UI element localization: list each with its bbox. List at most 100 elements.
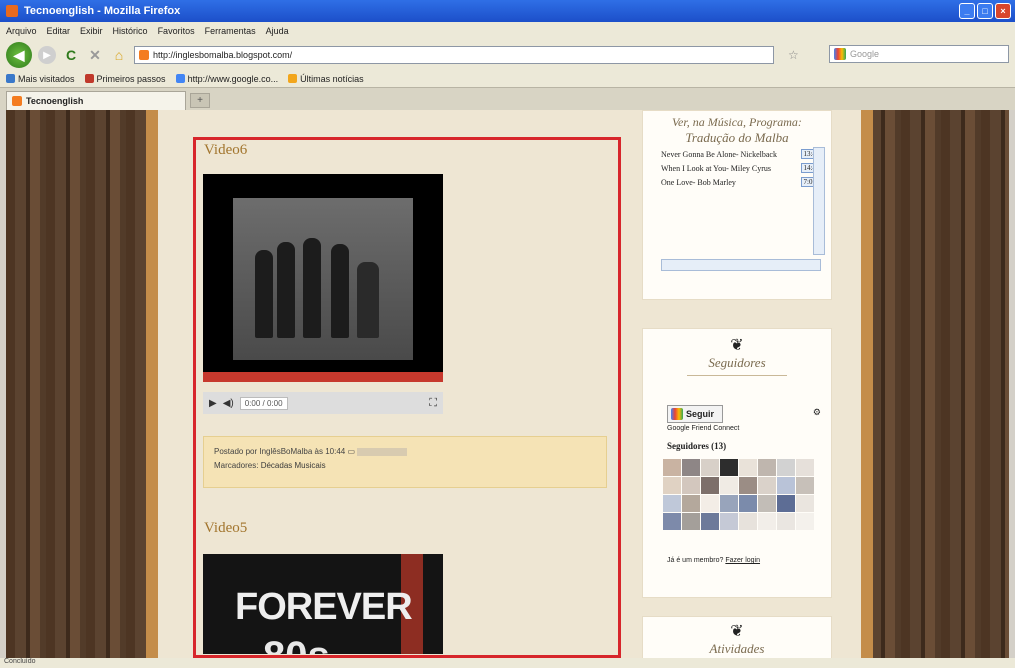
playlist-item[interactable]: Never Gonna Be Alone- Nickelback 13:4 [661, 147, 819, 161]
bookmark-label: Primeiros passos [96, 73, 166, 84]
playlist-item[interactable]: When I Look at You- Miley Cyrus 14:4 [661, 161, 819, 175]
post-time-link[interactable]: 10:44 [325, 447, 345, 456]
menu-favoritos[interactable]: Favoritos [158, 26, 195, 36]
rss-icon [288, 74, 298, 83]
bookmark-google[interactable]: http://www.google.co... [175, 73, 279, 84]
post-meta-line: Postado por InglêsBoMalba às 10:44 ▭ [214, 445, 596, 459]
playlist-horizontal-scrollbar[interactable] [661, 259, 821, 271]
video5-cover-title: FOREVER [235, 586, 413, 628]
settings-gear-icon[interactable]: ⚙ [813, 407, 821, 418]
playlist-vertical-scrollbar[interactable] [813, 147, 825, 255]
video-thumbnail [233, 198, 413, 360]
blog-content: Video6 ▶ ◀) 0:00 / 0:00 ⛶ Postado por In… [158, 110, 861, 658]
playlist-title-line1: Ver, na Música, Programa: [672, 115, 802, 129]
post-title-video6[interactable]: Video6 [204, 142, 247, 159]
tab-tecnoenglish[interactable]: Tecnoenglish [6, 91, 186, 110]
bookmark-icon [84, 74, 94, 83]
minimize-button[interactable]: _ [959, 3, 975, 19]
bookmark-star-icon[interactable]: ☆ [788, 48, 799, 62]
menu-ajuda[interactable]: Ajuda [266, 26, 289, 36]
labels-prefix: Marcadores: [214, 461, 259, 470]
bookmark-mais-visitados[interactable]: Mais visitados [6, 74, 75, 84]
back-button[interactable]: ◀ [6, 42, 32, 68]
maximize-button[interactable]: □ [977, 3, 993, 19]
reload-icon[interactable]: C [62, 46, 80, 64]
tab-favicon [12, 96, 22, 106]
url-text: http://inglesbomalba.blogspot.com/ [153, 50, 293, 60]
login-link[interactable]: Fazer login [725, 557, 760, 564]
bookmarks-toolbar: Mais visitados Primeiros passos http://w… [0, 70, 1015, 88]
activities-widget-icon: ❦ [730, 623, 744, 640]
url-bar[interactable]: http://inglesbomalba.blogspot.com/ [134, 46, 774, 64]
gfc-icon [671, 408, 683, 420]
gfc-label: Google Friend Connect [667, 425, 740, 432]
video5-thumbnail[interactable]: FOREVER 80s [203, 554, 443, 654]
stop-icon[interactable]: ✕ [86, 46, 104, 64]
page-viewport[interactable]: Video6 ▶ ◀) 0:00 / 0:00 ⛶ Postado por In… [6, 110, 1009, 658]
window-title-bar: Tecnoenglish - Mozilla Firefox _ □ × [0, 0, 1015, 22]
comments-icon[interactable]: ▭ [347, 447, 355, 456]
followers-count: Seguidores (13) [667, 441, 727, 451]
navigation-toolbar: ◀ ▶ C ✕ ⌂ http://inglesbomalba.blogspot.… [0, 40, 1015, 70]
playlist-list: Never Gonna Be Alone- Nickelback 13:4 Whe… [661, 147, 819, 189]
menu-exibir[interactable]: Exibir [80, 26, 103, 36]
video-time: 0:00 / 0:00 [239, 396, 288, 410]
follow-button[interactable]: Seguir [667, 405, 723, 423]
song-name: One Love- Bob Marley [661, 177, 736, 187]
wood-background-right [861, 110, 1009, 658]
search-input[interactable]: Google [829, 45, 1009, 63]
forward-button[interactable]: ▶ [38, 46, 56, 64]
tab-label: Tecnoenglish [26, 96, 84, 106]
label-link[interactable]: Décadas Musicais [261, 461, 326, 470]
status-bar: Concluído [0, 658, 1015, 668]
highlighted-posts-region: Video6 ▶ ◀) 0:00 / 0:00 ⛶ Postado por In… [193, 137, 621, 658]
playlist-title-line2: Tradução do Malba [685, 130, 789, 145]
close-button[interactable]: × [995, 3, 1011, 19]
video-controls: ▶ ◀) 0:00 / 0:00 ⛶ [203, 392, 443, 414]
playlist-item[interactable]: One Love- Bob Marley 7:01 [661, 175, 819, 189]
volume-icon[interactable]: ◀) [223, 398, 234, 409]
wood-background-left [6, 110, 158, 658]
bookmark-label: http://www.google.co... [187, 73, 279, 84]
search-placeholder: Google [850, 49, 880, 59]
member-prefix: Já é um membro? [667, 557, 724, 564]
post-title-video5[interactable]: Video5 [204, 520, 247, 537]
bookmark-ultimas-noticias[interactable]: Últimas notícias [288, 74, 364, 84]
menu-arquivo[interactable]: Arquivo [6, 26, 37, 36]
video5-cover-sub: 80s [263, 634, 330, 654]
member-login-line: Já é um membro? Fazer login [667, 557, 760, 564]
menu-bar: Arquivo Editar Exibir Histórico Favorito… [0, 22, 1015, 40]
menu-ferramentas[interactable]: Ferramentas [205, 26, 256, 36]
bookmark-icon [6, 74, 15, 83]
bookmark-primeiros-passos[interactable]: Primeiros passos [84, 73, 166, 84]
tab-bar: Tecnoenglish + [0, 88, 1015, 110]
activities-widget: ❦ Atividades [642, 616, 832, 658]
activities-title: Atividades [709, 641, 765, 656]
firefox-icon [6, 5, 18, 17]
new-tab-button[interactable]: + [190, 93, 210, 108]
play-icon[interactable]: ▶ [209, 398, 217, 409]
sidebar: Ver, na Música, Programa: Tradução do Ma… [642, 110, 832, 658]
video-player[interactable] [203, 174, 443, 382]
google-icon [834, 48, 846, 60]
followers-widget: ❦ Seguidores Seguir ⚙ Google Friend Conn… [642, 328, 832, 598]
followers-title: Seguidores [708, 355, 766, 370]
video-progress-bar[interactable] [203, 372, 443, 382]
song-name: When I Look at You- Miley Cyrus [661, 163, 771, 173]
post-labels-line: Marcadores: Décadas Musicais [214, 459, 596, 473]
menu-editar[interactable]: Editar [47, 26, 71, 36]
bookmark-label: Mais visitados [18, 73, 75, 84]
menu-historico[interactable]: Histórico [113, 26, 148, 36]
followers-widget-icon: ❦ [730, 337, 744, 354]
fullscreen-icon[interactable]: ⛶ [429, 397, 437, 410]
post-author-text: Postado por InglêsBoMalba às [214, 447, 323, 456]
window-title: Tecnoenglish - Mozilla Firefox [24, 5, 181, 17]
follow-label: Seguir [686, 409, 715, 419]
follower-avatars [663, 459, 814, 530]
bookmark-icon [175, 74, 185, 83]
comments-link-blurred[interactable] [357, 447, 408, 456]
song-name: Never Gonna Be Alone- Nickelback [661, 149, 777, 159]
home-icon[interactable]: ⌂ [110, 46, 128, 64]
site-favicon [139, 50, 149, 60]
bookmark-label: Últimas notícias [300, 73, 364, 84]
